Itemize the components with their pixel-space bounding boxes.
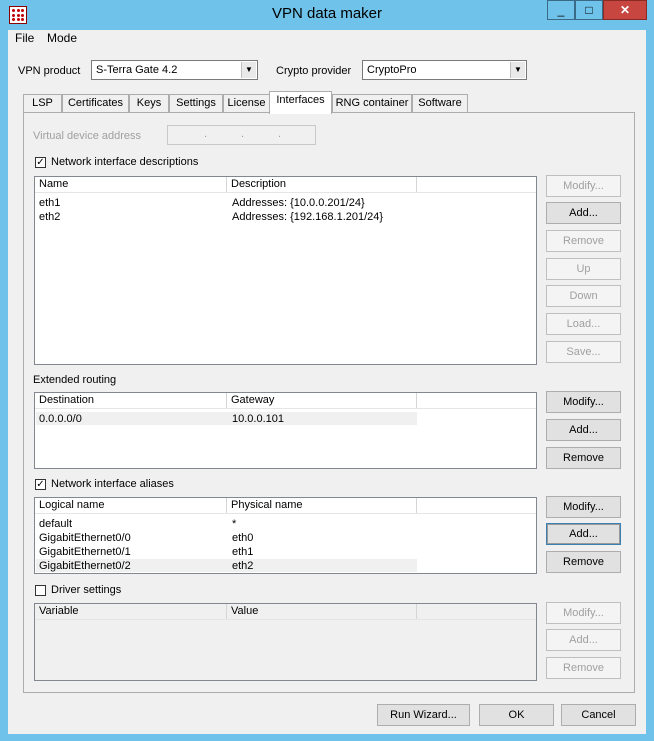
tab-software[interactable]: Software [412, 94, 468, 112]
crypto-provider-select[interactable]: CryptoPro ▼ [362, 60, 527, 80]
column-header-destination[interactable]: Destination [35, 393, 227, 408]
column-header-variable[interactable]: Variable [35, 604, 227, 619]
menu-mode[interactable]: Mode [47, 31, 77, 49]
routing-list[interactable]: Destination Gateway 0.0.0.0/0 10.0.0.101 [34, 392, 537, 469]
virtual-device-address-label: Virtual device address [33, 130, 142, 142]
tab-interfaces[interactable]: Interfaces [269, 91, 332, 114]
driver-settings-checkbox[interactable] [35, 585, 46, 596]
ip-dot: . [278, 128, 282, 140]
menu-file[interactable]: File [15, 31, 34, 49]
column-header-value[interactable]: Value [227, 604, 417, 619]
aliases-checkbox-label: Network interface aliases [51, 478, 174, 490]
table-row[interactable] [36, 412, 417, 425]
tab-lsp[interactable]: LSP [23, 94, 62, 112]
driver-remove-button[interactable]: Remove [546, 657, 621, 679]
nid-up-button[interactable]: Up [546, 258, 621, 280]
list-item[interactable]: eth2 [39, 211, 60, 223]
crypto-provider-label: Crypto provider [276, 65, 352, 77]
column-header-physical-name[interactable]: Physical name [227, 498, 417, 513]
nid-load-button[interactable]: Load... [546, 313, 621, 335]
list-item-description: Addresses: {10.0.0.201/24} [232, 197, 365, 209]
list-item-physical: * [232, 518, 237, 530]
ip-dot: . [204, 128, 208, 140]
column-header-name[interactable]: Name [35, 177, 227, 192]
nid-add-button[interactable]: Add... [546, 202, 621, 224]
nid-down-button[interactable]: Down [546, 285, 621, 307]
list-item-physical: eth2 [232, 560, 254, 572]
list-item[interactable]: 0.0.0.0/0 [39, 413, 82, 425]
aliases-modify-button[interactable]: Modify... [546, 496, 621, 518]
list-item-physical: eth0 [232, 532, 254, 544]
routing-add-button[interactable]: Add... [546, 419, 621, 441]
tab-keys[interactable]: Keys [129, 94, 169, 112]
vpn-product-label: VPN product [18, 65, 81, 77]
chevron-down-icon[interactable]: ▼ [510, 62, 525, 78]
column-header-description[interactable]: Description [227, 177, 417, 192]
maximize-button[interactable]: □ [575, 0, 603, 20]
extended-routing-label: Extended routing [33, 374, 117, 386]
list-header: Name Description [35, 177, 536, 193]
ok-button[interactable]: OK [479, 704, 554, 726]
nid-checkbox[interactable]: ✓ [35, 157, 46, 168]
list-header: Logical name Physical name [35, 498, 536, 514]
close-button[interactable]: ✕ [603, 0, 647, 20]
tab-settings[interactable]: Settings [169, 94, 223, 112]
list-item-description: Addresses: {192.168.1.201/24} [232, 211, 384, 223]
tab-certificates[interactable]: Certificates [62, 94, 129, 112]
cancel-button[interactable]: Cancel [561, 704, 636, 726]
tab-rng-container[interactable]: RNG container [332, 94, 412, 112]
minimize-button[interactable]: _ [547, 0, 575, 20]
virtual-device-address-input[interactable]: . . . [167, 125, 316, 145]
crypto-provider-value: CryptoPro [367, 64, 417, 76]
list-item[interactable]: GigabitEthernet0/0 [39, 532, 131, 544]
column-header-logical-name[interactable]: Logical name [35, 498, 227, 513]
ip-dot: . [241, 128, 245, 140]
aliases-remove-button[interactable]: Remove [546, 551, 621, 573]
aliases-list[interactable]: Logical name Physical name default * Gig… [34, 497, 537, 574]
list-item[interactable]: eth1 [39, 197, 60, 209]
tab-license[interactable]: License [223, 94, 270, 112]
nid-modify-button[interactable]: Modify... [546, 175, 621, 197]
list-header: Variable Value [35, 604, 536, 620]
nid-list[interactable]: Name Description eth1 Addresses: {10.0.0… [34, 176, 537, 365]
list-item-gateway: 10.0.0.101 [232, 413, 284, 425]
routing-remove-button[interactable]: Remove [546, 447, 621, 469]
nid-save-button[interactable]: Save... [546, 341, 621, 363]
driver-add-button[interactable]: Add... [546, 629, 621, 651]
nid-checkbox-label: Network interface descriptions [51, 156, 199, 168]
driver-settings-checkbox-label: Driver settings [51, 584, 122, 596]
run-wizard-button[interactable]: Run Wizard... [377, 704, 470, 726]
driver-settings-list[interactable]: Variable Value [34, 603, 537, 681]
list-item[interactable]: default [39, 518, 72, 530]
aliases-checkbox[interactable]: ✓ [35, 479, 46, 490]
driver-modify-button[interactable]: Modify... [546, 602, 621, 624]
routing-modify-button[interactable]: Modify... [546, 391, 621, 413]
list-item-physical: eth1 [232, 546, 254, 558]
nid-remove-button[interactable]: Remove [546, 230, 621, 252]
vpn-product-select[interactable]: S-Terra Gate 4.2 ▼ [91, 60, 258, 80]
aliases-add-button[interactable]: Add... [546, 523, 621, 545]
list-item[interactable]: GigabitEthernet0/1 [39, 546, 131, 558]
column-header-gateway[interactable]: Gateway [227, 393, 417, 408]
chevron-down-icon[interactable]: ▼ [241, 62, 256, 78]
list-item[interactable]: GigabitEthernet0/2 [39, 560, 131, 572]
vpn-product-value: S-Terra Gate 4.2 [96, 64, 178, 76]
list-header: Destination Gateway [35, 393, 536, 409]
